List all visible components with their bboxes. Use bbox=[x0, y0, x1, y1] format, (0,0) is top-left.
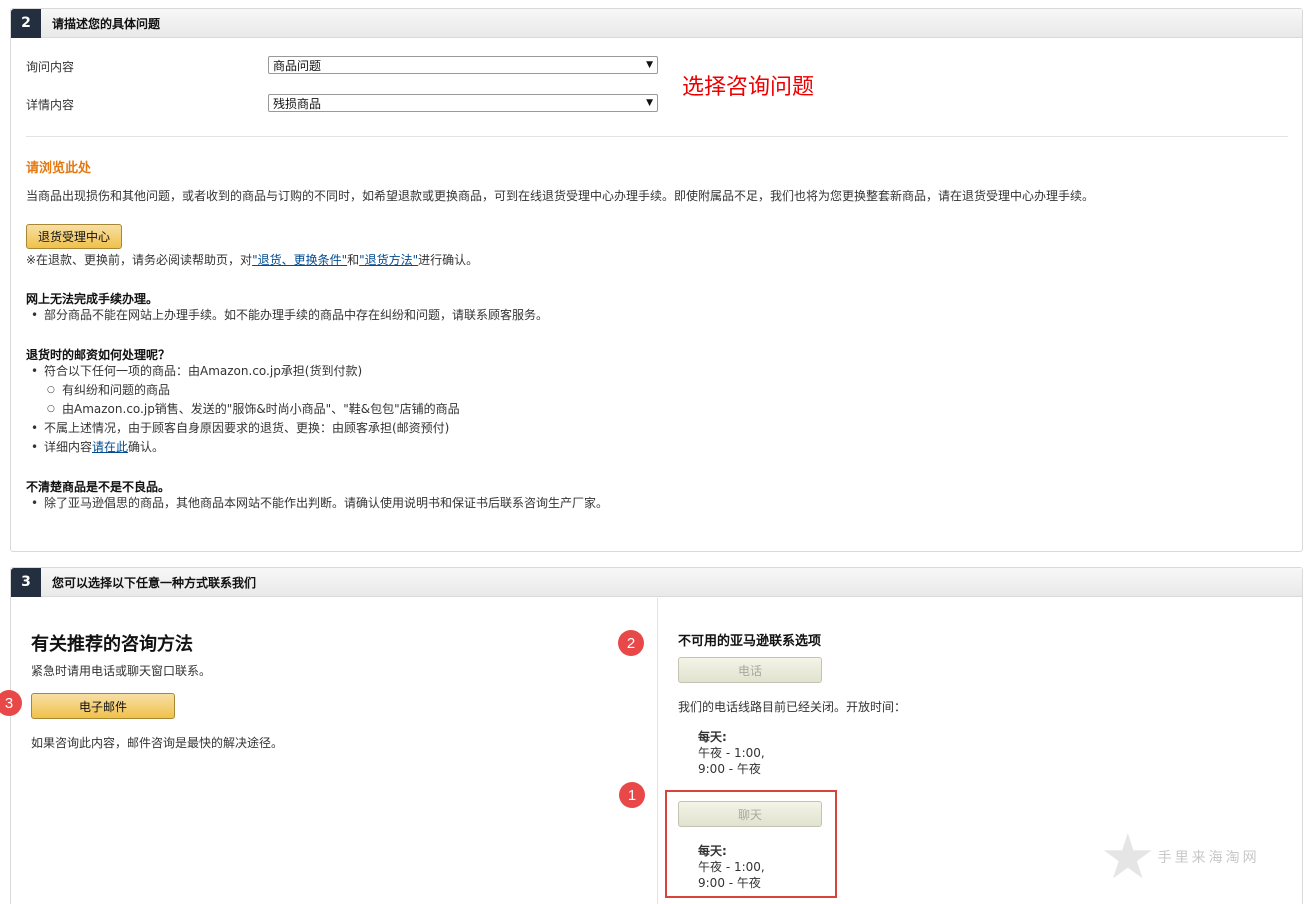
list-item: 详细内容请在此确认。 bbox=[26, 438, 460, 457]
list-item: 符合以下任何一项的商品：由Amazon.co.jp承担(货到付款) bbox=[26, 362, 460, 381]
browse-heading: 请浏览此处 bbox=[26, 161, 92, 176]
inquiry-select[interactable]: 商品问题 ▼ bbox=[268, 56, 658, 74]
online-heading: 网上无法完成手续办理。 bbox=[26, 292, 159, 306]
list-item: 部分商品不能在网站上办理手续。如不能办理手续的商品中存在纠纷和问题，请联系顾客服… bbox=[26, 306, 548, 325]
star-icon: ★ bbox=[1100, 820, 1156, 893]
recommended-subtitle: 紧急时请用电话或聊天窗口联系。 bbox=[31, 664, 212, 678]
describe-problem-section: 2 请描述您的具体问题 询问内容 商品问题 ▼ 详情内容 残损商品 ▼ 选择咨询… bbox=[10, 8, 1303, 552]
list-subitem: 有纠纷和问题的商品 bbox=[26, 381, 460, 400]
browse-text: 当商品出现损伤和其他问题，或者收到的商品与订购的不同时，如希望退款或更换商品，可… bbox=[26, 189, 1095, 203]
list-item: 不属上述情况，由于顾客自身原因要求的退货、更换：由顾客承担(邮资预付) bbox=[26, 419, 460, 438]
dropdown-arrow-icon: ▼ bbox=[646, 60, 653, 70]
detail-label: 详情内容 bbox=[26, 98, 75, 112]
phone-days: 每天: bbox=[698, 730, 727, 744]
section-title: 您可以选择以下任意一种方式联系我们 bbox=[52, 575, 257, 590]
chat-days: 每天: bbox=[698, 844, 727, 858]
return-conditions-link[interactable]: "退货、更换条件" bbox=[252, 253, 347, 267]
help-note: ※在退款、更换前，请务必阅读帮助页，对"退货、更换条件"和"退货方法"进行确认。 bbox=[26, 251, 478, 268]
inquiry-select-value: 商品问题 bbox=[273, 58, 322, 73]
unavailable-title: 不可用的亚马逊联系选项 bbox=[678, 634, 822, 649]
help-note-prefix: ※在退款、更换前，请务必阅读帮助页，对 bbox=[26, 253, 253, 267]
details-prefix: 详细内容 bbox=[44, 440, 93, 454]
chat-hours: 午夜 - 1:00, bbox=[698, 860, 765, 874]
inquiry-label: 询问内容 bbox=[26, 60, 75, 74]
annotation-badge-2: 2 bbox=[618, 630, 644, 656]
online-list: 部分商品不能在网站上办理手续。如不能办理手续的商品中存在纠纷和问题，请联系顾客服… bbox=[26, 306, 548, 325]
chat-hours: 9:00 - 午夜 bbox=[698, 876, 761, 890]
list-subitem: 由Amazon.co.jp销售、发送的"服饰&时尚小商品"、"鞋&包包"店铺的商… bbox=[26, 400, 460, 419]
defect-list: 除了亚马逊倡思的商品，其他商品本网站不能作出判断。请确认使用说明书和保证书后联系… bbox=[26, 494, 608, 513]
return-method-link[interactable]: "退货方法" bbox=[359, 253, 418, 267]
watermark-text: 手里来海淘网 bbox=[1157, 850, 1260, 866]
phone-button[interactable]: 电话 bbox=[678, 657, 822, 683]
details-suffix: 确认。 bbox=[128, 440, 165, 454]
email-button[interactable]: 电子邮件 bbox=[31, 693, 175, 719]
return-center-button[interactable]: 退货受理中心 bbox=[26, 224, 122, 249]
step-number: 2 bbox=[11, 8, 41, 38]
email-note: 如果咨询此内容，邮件咨询是最快的解决途径。 bbox=[31, 736, 284, 750]
postage-list: 符合以下任何一项的商品：由Amazon.co.jp承担(货到付款) 有纠纷和问题… bbox=[26, 362, 460, 457]
dropdown-arrow-icon: ▼ bbox=[646, 98, 653, 108]
section-title: 请描述您的具体问题 bbox=[52, 16, 161, 31]
detail-select[interactable]: 残损商品 ▼ bbox=[268, 94, 658, 112]
column-divider bbox=[657, 598, 658, 904]
recommended-title: 有关推荐的咨询方法 bbox=[31, 634, 193, 655]
step-number: 3 bbox=[11, 567, 41, 597]
postage-heading: 退货时的邮资如何处理呢？ bbox=[26, 348, 171, 362]
phone-hours: 9:00 - 午夜 bbox=[698, 762, 761, 776]
list-item: 除了亚马逊倡思的商品，其他商品本网站不能作出判断。请确认使用说明书和保证书后联系… bbox=[26, 494, 608, 513]
watermark: ★ 手里来海淘网 bbox=[1100, 826, 1260, 888]
phone-closed-text: 我们的电话线路目前已经关闭。开放时间： bbox=[678, 700, 907, 714]
chat-button[interactable]: 聊天 bbox=[678, 801, 822, 827]
phone-hours: 午夜 - 1:00, bbox=[698, 746, 765, 760]
detail-select-value: 残损商品 bbox=[273, 96, 322, 111]
help-note-mid: 和 bbox=[347, 253, 360, 267]
defect-heading: 不清楚商品是不是不良品。 bbox=[26, 480, 171, 494]
divider bbox=[26, 136, 1288, 137]
details-here-link[interactable]: 请在此 bbox=[92, 440, 128, 454]
help-note-suffix: 进行确认。 bbox=[418, 253, 479, 267]
annotation-select-question: 选择咨询问题 bbox=[682, 75, 815, 100]
section-header: 3 您可以选择以下任意一种方式联系我们 bbox=[11, 567, 1302, 597]
annotation-badge-1: 1 bbox=[619, 782, 645, 808]
section-header: 2 请描述您的具体问题 bbox=[11, 8, 1302, 38]
